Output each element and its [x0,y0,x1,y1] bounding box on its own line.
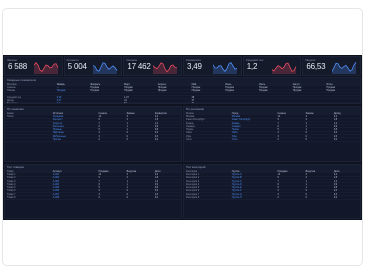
table-cell: Сочи [186,138,192,142]
table-cell: 2 [98,196,100,200]
table-cell: Товар 8 [7,196,16,200]
sparkline [33,61,59,74]
table-row[interactable]: Категория 8 Группа H 2 0 0,2 [184,196,360,200]
table-cell: Возвраты [7,102,18,104]
table-cell: 2 [277,138,279,142]
kpi-value: 6 588 [8,62,28,71]
table-cell: Продаж [124,89,133,93]
panel-table: Товар Артикул Продажи Выручка Доля Товар 1 A-0… [5,170,181,200]
table-cell: 0,2 [333,138,338,142]
kpi-tile[interactable]: Заказы 6 588 [4,56,63,76]
kpi-tile[interactable]: Конверсия 3,49 [183,56,242,76]
table-cell: 0 [305,196,307,200]
table-cell: Категория 8 [186,196,200,200]
table-cell: Поиск [7,114,14,118]
table-cell: Продаж [225,89,234,93]
table-cell: Продаж [56,89,66,93]
regions-panel: По регионам Регион Город Сеансы Заказы Доход… [183,106,361,162]
table-cell: 0,2 [154,138,159,142]
table-cell: 31 [191,102,195,104]
sparkline [272,62,297,74]
table-cell: Продаж [157,89,167,93]
kpi-tile[interactable]: Клиенты 5 004 [63,56,123,76]
table-row[interactable]: Прочие 2 0 0,2 [5,138,181,142]
channels-panel: По каналам Канал Источник Сеансы Заказы Конв… [4,106,182,162]
table-cell: Сочи [231,138,238,142]
table-cell: 0 [126,138,128,142]
sparkline [93,62,118,74]
table-cell: Группа H [231,196,242,200]
table-row[interactable]: Возвраты 0,3 53 31 [5,102,360,104]
panel-table: Регион Город Сеансы Заказы Доход Москва Москва… [184,112,360,142]
table-cell: Продаж [259,89,268,93]
kpi-value: 5 004 [67,62,87,71]
table-cell: 53 [124,102,127,104]
kpi-value: 1,2 [246,62,258,71]
table-cell: 0,2 [333,196,338,200]
table-cell: Прочие [52,138,61,142]
table-cell: A-008 [52,196,60,200]
kpi-tile[interactable]: Средний чек 1,2 [242,56,302,76]
categories-panel: Топ категорий Категория Группа Продажи Выру… [183,164,361,219]
table-cell: 2 [277,196,279,200]
panel-table: Канал Источник Сеансы Заказы Конверсия Поиск О… [5,112,181,142]
table-row[interactable]: Товар 8 A-008 2 0 0,2 [5,196,181,200]
table-cell: Продаж [191,89,201,93]
table-cell: 0 [126,196,128,200]
table-cell: 0,2 [154,196,159,200]
kpi-tile[interactable]: Сеансы 17 462 [123,56,183,76]
kpi-value: 3,49 [187,62,202,71]
sparkline [153,62,178,74]
products-panel: Топ товаров Товар Артикул Продажи Выручка До… [4,164,182,219]
table-cell: Продаж [326,89,336,93]
table-cell: Продаж [292,89,302,93]
table-cell: 0,3 [56,102,61,104]
table-cell: Показы [7,89,16,93]
table-cell: 2 [98,138,100,142]
kpi-value: 66,53 [306,62,326,71]
kpi-row: Заказы 6 588 Клиенты 5 004 Сеансы 17 462 Конве… [4,56,362,76]
panel-table: Категория Группа Продажи Выручка Доля Категор… [184,170,360,200]
table-cell: 0 [305,138,307,142]
sparkline [212,61,237,74]
sparkline [332,61,357,74]
dashboard: Заказы 6 588 Клиенты 5 004 Сеансы 17 462 Конве… [3,55,362,220]
sparkline-area [93,62,118,74]
table-row[interactable]: Сочи Сочи 2 0 0,2 [184,138,360,142]
summary-panel: Сводные показатели Метрика Январь Февраль М… [4,77,361,104]
summary-table: Метрика Январь Февраль Март Апрель Май Июнь Июл… [5,83,360,104]
kpi-tile[interactable]: Индекс 66,53 [302,56,362,76]
kpi-value: 17 462 [127,62,151,71]
table-cell: Продаж [90,89,100,93]
